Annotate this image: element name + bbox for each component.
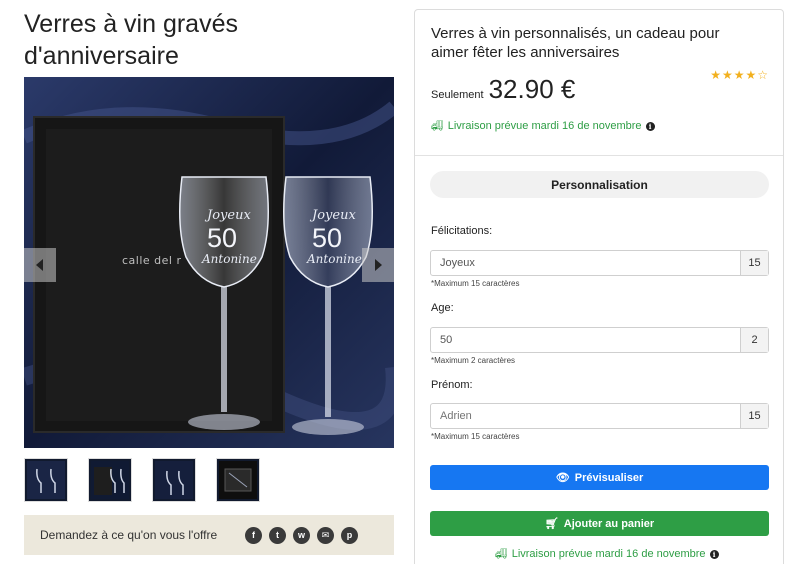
- prenom-char-count: 15: [740, 404, 768, 428]
- info-icon[interactable]: i: [645, 121, 655, 131]
- price-prefix: Seulement: [431, 89, 484, 101]
- price: 32.90 €: [488, 74, 576, 104]
- box-brand-text: calle del r: [122, 254, 182, 267]
- divider: [415, 155, 783, 156]
- felicitations-input[interactable]: [431, 251, 740, 275]
- share-icons: f t w ✉ p: [245, 526, 358, 544]
- chevron-left-icon: [36, 259, 43, 271]
- delivery-text-bottom: Livraison prévue mardi 16 de novembre: [511, 548, 706, 560]
- personalisation-header: Personnalisation: [430, 171, 769, 198]
- preview-button[interactable]: 👁︎ Prévisualiser: [430, 465, 769, 490]
- glass-left-line1: Joyeux: [204, 208, 251, 223]
- glass-right-line1: Joyeux: [309, 208, 356, 223]
- age-hint: *Maximum 2 caractères: [431, 356, 516, 365]
- truck-icon: 🚚︎: [431, 120, 444, 132]
- truck-icon: 🚚︎: [495, 548, 508, 560]
- share-bar: Demandez à ce qu'on vous l'offre f t w ✉…: [24, 515, 394, 555]
- add-to-cart-button[interactable]: 🛒︎ Ajouter au panier: [430, 511, 769, 536]
- price-row: Seulement 32.90 €: [431, 74, 575, 105]
- preview-label: Prévisualiser: [574, 471, 644, 484]
- chevron-right-icon: [375, 259, 382, 271]
- thumbnail-4[interactable]: [216, 458, 260, 502]
- email-icon[interactable]: ✉: [317, 526, 334, 544]
- felicitations-field: 15: [430, 250, 769, 276]
- cart-icon: 🛒︎: [544, 518, 559, 530]
- felicitations-hint: *Maximum 15 caractères: [431, 279, 520, 288]
- thumbnail-1[interactable]: [24, 458, 68, 502]
- delivery-info-bottom: 🚚︎ Livraison prévue mardi 16 de novembre…: [495, 548, 719, 560]
- product-subtitle: Verres à vin personnalisés, un cadeau po…: [431, 25, 720, 61]
- carousel-next-button[interactable]: [362, 248, 394, 282]
- cart-label: Ajouter au panier: [563, 517, 655, 530]
- prenom-label: Prénom:: [431, 379, 473, 391]
- purchase-panel: Verres à vin personnalisés, un cadeau po…: [414, 9, 784, 564]
- thumbnail-3[interactable]: [152, 458, 196, 502]
- info-icon[interactable]: i: [709, 549, 719, 559]
- prenom-input[interactable]: [431, 404, 740, 428]
- glass-left-line2: 50: [207, 223, 237, 253]
- thumbnail-strip: [24, 458, 260, 502]
- felicitations-label: Félicitations:: [431, 225, 493, 237]
- delivery-text: Livraison prévue mardi 16 de novembre: [447, 120, 642, 132]
- twitter-icon[interactable]: t: [269, 526, 286, 544]
- age-char-count: 2: [740, 328, 768, 352]
- glass-right-line3: Antonine: [306, 252, 362, 266]
- prenom-field: 15: [430, 403, 769, 429]
- carousel-prev-button[interactable]: [24, 248, 56, 282]
- thumbnail-2[interactable]: [88, 458, 132, 502]
- age-input[interactable]: [431, 328, 740, 352]
- glass-left-line3: Antonine: [201, 252, 257, 266]
- product-photo: Joyeux 50 Antonine Joyeux 50 Antonine: [24, 77, 394, 448]
- age-field: 2: [430, 327, 769, 353]
- prenom-hint: *Maximum 15 caractères: [431, 432, 520, 441]
- delivery-info-top: 🚚︎ Livraison prévue mardi 16 de novembre…: [431, 120, 655, 132]
- felicitations-char-count: 15: [740, 251, 768, 275]
- product-main-image[interactable]: Joyeux 50 Antonine Joyeux 50 Antonine ca…: [24, 77, 394, 448]
- share-text: Demandez à ce qu'on vous l'offre: [40, 528, 218, 542]
- pinterest-icon[interactable]: p: [341, 526, 358, 544]
- age-label: Age:: [431, 302, 454, 314]
- facebook-icon[interactable]: f: [245, 526, 262, 544]
- product-title: Verres à vin gravés d'anniversaire: [24, 10, 238, 70]
- rating-stars: ★★★★☆: [710, 68, 769, 82]
- glass-right-line2: 50: [312, 223, 342, 253]
- eye-icon: 👁︎: [555, 472, 570, 484]
- whatsapp-icon[interactable]: w: [293, 526, 310, 544]
